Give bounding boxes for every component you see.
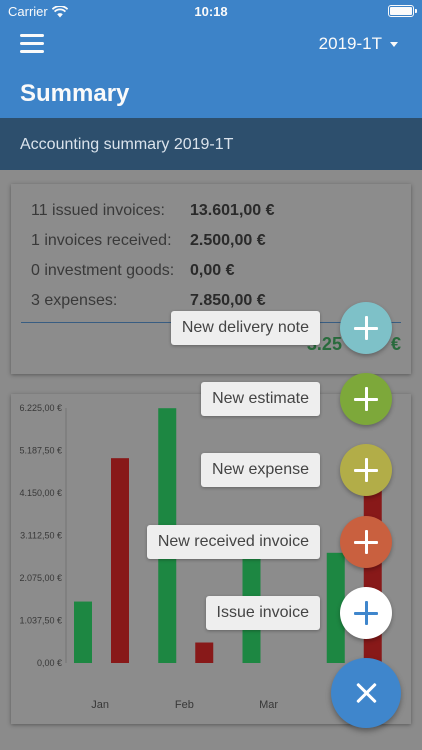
- fab-action-new-estimate[interactable]: New estimate: [0, 373, 422, 425]
- new-expense-button[interactable]: [340, 444, 392, 496]
- fab-action-new-expense[interactable]: New expense: [0, 444, 422, 496]
- plus-icon: [354, 458, 378, 482]
- close-icon: [355, 682, 377, 704]
- plus-icon: [354, 530, 378, 554]
- fab-action-label[interactable]: New estimate: [201, 382, 320, 416]
- plus-icon: [354, 601, 378, 625]
- fab-action-label[interactable]: Issue invoice: [205, 596, 320, 630]
- issue-invoice-button[interactable]: [340, 587, 392, 639]
- fab-action-label[interactable]: New expense: [201, 453, 320, 487]
- close-fab-button[interactable]: [331, 658, 401, 728]
- fab-action-new-received-invoice[interactable]: New received invoice: [0, 516, 422, 568]
- new-received-invoice-button[interactable]: [340, 516, 392, 568]
- new-estimate-button[interactable]: [340, 373, 392, 425]
- fab-action-new-delivery-note[interactable]: New delivery note: [0, 302, 422, 354]
- new-delivery-note-button[interactable]: [340, 302, 392, 354]
- plus-icon: [354, 316, 378, 340]
- fab-action-label[interactable]: New delivery note: [170, 311, 320, 345]
- fab-action-issue-invoice[interactable]: Issue invoice: [0, 587, 422, 639]
- plus-icon: [354, 387, 378, 411]
- fab-action-label[interactable]: New received invoice: [146, 525, 320, 559]
